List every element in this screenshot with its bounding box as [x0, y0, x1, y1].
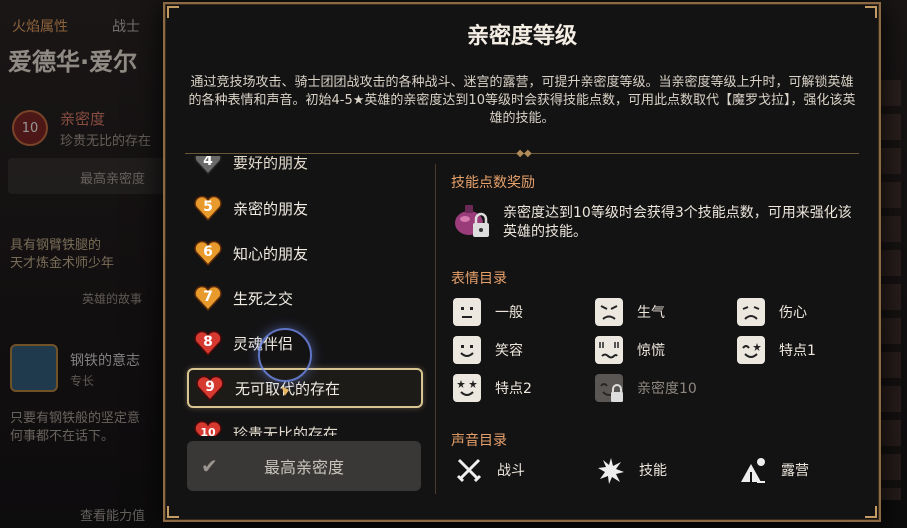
- emote-label: 生气: [637, 305, 665, 321]
- burst-icon: [597, 456, 625, 484]
- level-item[interactable]: 4 要好的朋友: [187, 156, 423, 182]
- emote-item[interactable]: 生气: [595, 298, 665, 326]
- special2-face-icon: [453, 374, 481, 402]
- affinity-subtitle: 珍贵无比的存在: [60, 134, 152, 149]
- level-label: 生死之交: [233, 289, 294, 308]
- hero-bio-line2: 天才炼金术师少年: [10, 256, 115, 271]
- skill-fist-icon: [10, 344, 58, 392]
- corner-ornament: [865, 6, 877, 18]
- crossed-swords-icon: [455, 456, 483, 484]
- hero-detail-panel: 火焰属性 战士 爱德华·爱尔 10 亲密度 珍贵无比的存在 最高亲密度 具有钢臂…: [0, 0, 170, 528]
- level-label: 知心的朋友: [233, 244, 309, 263]
- skill-desc-line2: 何事都不在话下。: [10, 429, 115, 444]
- locked-face-icon: [595, 374, 623, 402]
- heart-level-icon: 4: [193, 156, 223, 177]
- emote-label: 特点2: [495, 381, 532, 397]
- corner-ornament: [167, 506, 179, 518]
- level-item-selected[interactable]: 9 无可取代的存在: [187, 368, 423, 408]
- emote-item[interactable]: 伤心: [737, 298, 807, 326]
- skill-point-potion-icon: [451, 199, 493, 241]
- level-item[interactable]: 7 生死之交: [187, 278, 423, 318]
- emote-item-locked[interactable]: 亲密度10: [595, 374, 697, 402]
- skill-desc-line1: 只要有钢铁般的坚定意: [10, 411, 141, 426]
- emote-item[interactable]: 惊慌: [595, 336, 665, 364]
- special-face-icon: [737, 336, 765, 364]
- corner-ornament: [865, 506, 877, 518]
- emote-label: 亲密度10: [637, 381, 697, 397]
- heart-level-icon: 7: [193, 283, 223, 313]
- skill-points-title: 技能点数奖励: [451, 175, 535, 191]
- affinity-badge: 10: [12, 110, 48, 146]
- modal-description: 通过竞技场攻击、骑士团团战攻击的各种战斗、迷宫的露营，可提升亲密度等级。当亲密度…: [188, 75, 856, 126]
- level-label: 亲密的朋友: [233, 199, 309, 218]
- max-affinity-button[interactable]: ✔ 最高亲密度: [187, 441, 421, 491]
- heart-level-icon: 5: [193, 193, 223, 223]
- smile-face-icon: [453, 336, 481, 364]
- bg-max-affinity-label: 最高亲密度: [80, 172, 146, 187]
- emote-item[interactable]: 一般: [453, 298, 523, 326]
- heart-level-icon: 9: [195, 373, 225, 403]
- view-stats-button[interactable]: 查看能力值: [80, 505, 145, 524]
- emote-label: 惊慌: [637, 343, 665, 359]
- hero-name: 爱德华·爱尔: [8, 48, 138, 76]
- touch-cursor-indicator: [258, 328, 312, 382]
- vertical-divider: [435, 164, 436, 494]
- skill-name: 钢铁的意志: [70, 353, 140, 369]
- level-item[interactable]: 6 知心的朋友: [187, 233, 423, 273]
- sad-face-icon: [737, 298, 765, 326]
- modal-title: 亲密度等级: [466, 24, 577, 49]
- emote-item[interactable]: 特点1: [737, 336, 816, 364]
- sound-label: 技能: [639, 463, 667, 479]
- affinity-title: 亲密度: [60, 110, 106, 128]
- sounds-title: 声音目录: [451, 433, 507, 449]
- element-attribute: 火焰属性: [12, 19, 68, 35]
- hero-bio-line1: 具有钢臂铁腿的: [10, 238, 102, 253]
- panic-face-icon: [595, 336, 623, 364]
- sound-label: 露营: [781, 463, 809, 479]
- level-label: 要好的朋友: [233, 156, 309, 172]
- emote-label: 一般: [495, 305, 523, 321]
- hero-story-button[interactable]: 英雄的故事: [82, 290, 142, 307]
- affinity-level-modal: 亲密度等级 通过竞技场攻击、骑士团团战攻击的各种战斗、迷宫的露营，可提升亲密度等…: [163, 2, 881, 522]
- max-affinity-button-label: 最高亲密度: [263, 458, 344, 477]
- level-item[interactable]: 5 亲密的朋友: [187, 188, 423, 228]
- emote-item[interactable]: 特点2: [453, 374, 532, 402]
- sound-item[interactable]: 露营: [739, 456, 809, 484]
- heart-level-icon: 6: [193, 238, 223, 268]
- sound-item[interactable]: 战斗: [455, 456, 525, 484]
- emote-label: 特点1: [779, 343, 816, 359]
- skill-points-description: 亲密度达到10等级时会获得3个技能点数，可用来强化该英雄的技能。: [503, 205, 852, 240]
- screen: 火焰属性 战士 爱德华·爱尔 10 亲密度 珍贵无比的存在 最高亲密度 具有钢臂…: [0, 0, 907, 528]
- emote-label: 伤心: [779, 305, 807, 321]
- angry-face-icon: [595, 298, 623, 326]
- sound-label: 战斗: [497, 463, 525, 479]
- heart-level-icon: 8: [193, 328, 223, 358]
- skill-type: 专长: [70, 374, 95, 388]
- level-label: 珍贵无比的存在: [233, 424, 339, 437]
- level-item[interactable]: 10 珍贵无比的存在: [187, 413, 423, 436]
- neutral-face-icon: [453, 298, 481, 326]
- sound-item[interactable]: 技能: [597, 456, 667, 484]
- emote-label: 笑容: [495, 343, 523, 359]
- corner-ornament: [167, 6, 179, 18]
- emotes-title: 表情目录: [451, 271, 507, 287]
- divider-ornament-icon: ◆◆: [516, 148, 532, 159]
- camp-tent-icon: [739, 456, 767, 484]
- emote-item[interactable]: 笑容: [453, 336, 523, 364]
- hero-class: 战士: [112, 19, 140, 35]
- heart-level-icon: 10: [193, 418, 223, 436]
- affinity-level-list[interactable]: 4 要好的朋友 5 亲密的朋友 6 知心的朋友 7 生死之交 8 灵魂伴侣 9 …: [183, 156, 429, 436]
